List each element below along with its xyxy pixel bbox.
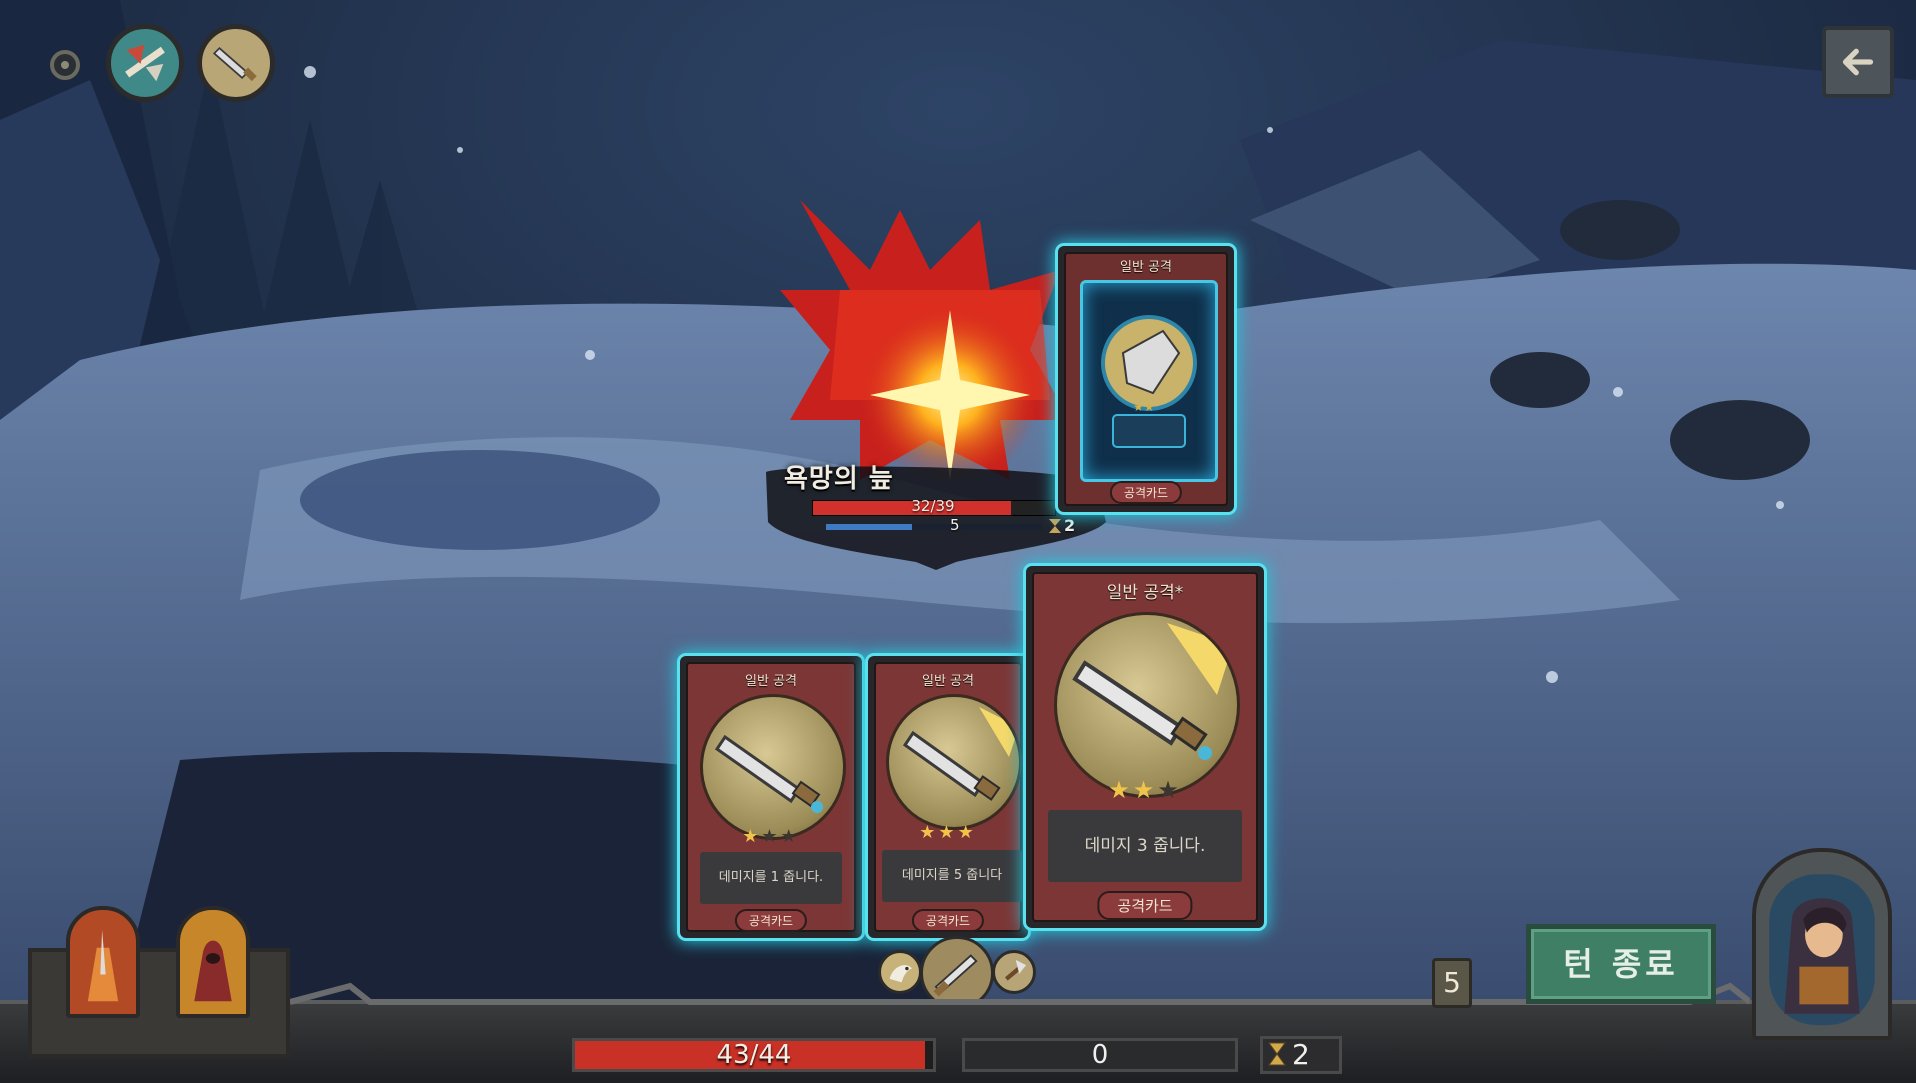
card-stars: ★★★ [742,826,800,847]
back-button[interactable] [1822,26,1894,98]
hourglass-icon [1049,519,1061,533]
card-title: 일반 공격 [745,674,797,689]
enemy-name: 욕망의 늪 [784,464,894,494]
card-type-label: 공격카드 [911,909,985,932]
player-block-value: 0 [1091,1040,1109,1070]
back-arrow-icon [1842,48,1874,76]
sword-icon [714,734,823,813]
fist-gauntlet-icon: ★★ [1101,315,1197,448]
settings-dot-icon[interactable] [50,50,80,80]
card-title: 일반 공격* [1106,583,1184,603]
card-type-label: 공격카드 [1109,481,1183,504]
player-energy-value: 2 [1292,1038,1310,1071]
hand-card-1[interactable]: 일반 공격 ★★★ 데미지를 1 줍니다. 공격카드 [680,656,862,938]
enemy-shield-value: 5 [950,516,960,534]
hand-card-3[interactable]: 일반 공격* ★★★ 데미지 3 줍니다. 공격카드 [1026,566,1264,928]
rogue-portrait[interactable] [1752,848,1892,1040]
hooded-mage-portrait[interactable] [176,906,250,1018]
card-art [700,694,846,840]
card-stars: ★★★ [919,822,977,843]
sword-icon [1072,623,1233,760]
warrior-portrait[interactable] [66,906,140,1018]
card-type-label: 공격카드 [1097,891,1193,920]
warrior-portrait-icon [87,929,119,1002]
hooded-mage-portrait-icon [194,940,232,1002]
card-art-frame: ★★ [1080,280,1218,482]
sword-icon [902,707,1019,801]
svg-text:★★: ★★ [1133,400,1155,414]
enemy-hp-text: 32/39 [911,497,955,515]
card-title: 일반 공격 [1120,260,1172,275]
card-art [886,694,1022,830]
card-description: 데미지 3 줍니다. [1048,810,1242,882]
sword-relic-icon[interactable] [197,24,275,102]
enemy-shield-bar [826,524,1042,530]
rogue-portrait-icon [1769,874,1875,1026]
card-stars: ★★★ [1108,776,1182,804]
enemy-intent-value: 2 [1064,516,1076,535]
player-hp-text: 43/44 [716,1040,792,1070]
hand-card-2[interactable]: 일반 공격 ★★★ 데미지를 5 줍니다 공격카드 [868,656,1028,938]
enemy-shield-fill [826,524,913,530]
played-card[interactable]: 일반 공격 ★★ 공격카드 [1058,246,1234,512]
end-turn-button[interactable]: 턴 종료 [1526,924,1716,1004]
card-art [1054,612,1240,798]
card-description: 데미지를 5 줍니다 [882,850,1022,902]
card-description: 데미지를 1 줍니다. [700,852,842,904]
draw-pile-count[interactable]: 5 [1432,958,1472,1008]
axe-relic-icon[interactable] [106,24,184,102]
card-type-label: 공격카드 [734,909,808,932]
card-title: 일반 공격 [922,674,974,689]
hourglass-icon [1268,1042,1286,1066]
